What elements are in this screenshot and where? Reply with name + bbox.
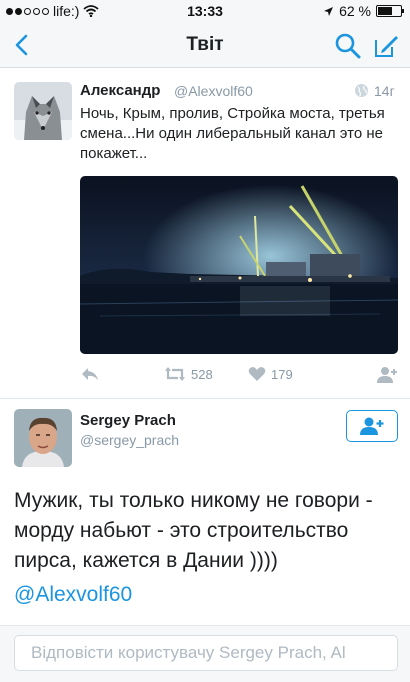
location-arrow-icon xyxy=(324,6,334,16)
tweet-text: Ночь, Крым, пролив, Стройка моста, треть… xyxy=(80,105,385,162)
author-name[interactable]: Александр xyxy=(80,82,160,99)
heart-icon xyxy=(248,367,266,381)
reply-bar: Відповісти користувачу Sergey Prach, Al xyxy=(0,625,410,682)
status-bar: life:) 13:33 62 % xyxy=(0,0,410,22)
main-tweet: Александр @Alexvolf60 14г Ночь, Крым, пр… xyxy=(0,69,410,399)
tweet-photo[interactable] xyxy=(80,176,398,354)
reply-icon xyxy=(82,368,98,380)
search-icon[interactable] xyxy=(334,32,362,60)
follow-author-button[interactable] xyxy=(376,366,398,384)
like-count: 179 xyxy=(271,366,293,382)
avatar[interactable] xyxy=(14,82,72,140)
retweet-count: 528 xyxy=(191,366,213,382)
add-user-icon xyxy=(360,417,384,435)
retweet-icon xyxy=(165,367,185,381)
navigation-bar: Твіт xyxy=(0,22,410,68)
tweet-text: Мужик, ты только никому не говори - морд… xyxy=(14,489,373,572)
add-user-icon xyxy=(377,367,397,383)
compose-icon[interactable] xyxy=(372,32,400,60)
follow-button[interactable] xyxy=(346,410,398,442)
author-handle[interactable]: @Alexvolf60 xyxy=(174,83,253,99)
tweet-actions: 528 179 xyxy=(80,366,398,388)
reply-input[interactable]: Відповісти користувачу Sergey Prach, Al xyxy=(14,635,398,671)
like-button[interactable]: 179 xyxy=(248,366,293,382)
avatar[interactable] xyxy=(14,409,72,467)
author-handle[interactable]: @sergey_prach xyxy=(80,432,179,448)
mention-link[interactable]: @Alexvolf60 xyxy=(14,583,132,607)
battery-icon xyxy=(376,5,404,17)
retweet-button[interactable]: 528 xyxy=(164,366,213,382)
reply-button[interactable] xyxy=(80,366,100,382)
reply-tweet: Sergey Prach @sergey_prach Мужик, ты тол… xyxy=(0,400,410,625)
globe-icon xyxy=(355,84,368,97)
tweet-timestamp: 14г xyxy=(374,83,395,99)
battery-percent: 62 % xyxy=(339,3,371,19)
author-name[interactable]: Sergey Prach xyxy=(80,412,176,429)
